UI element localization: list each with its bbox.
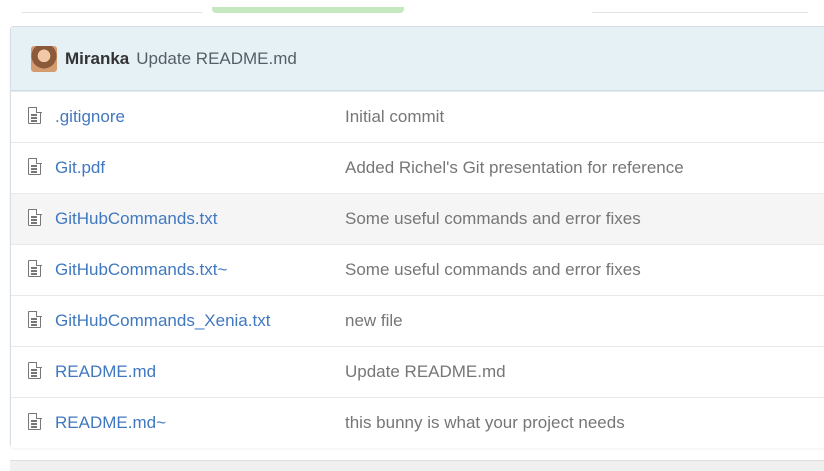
clone-button-edge[interactable]	[212, 7, 404, 13]
readme-box-edge	[10, 460, 824, 471]
latest-commit-header: Miranka Update README.md	[11, 27, 824, 91]
file-name-link[interactable]: Git.pdf	[55, 158, 105, 178]
file-icon	[28, 412, 42, 430]
file-commit-message[interactable]: Some useful commands and error fixes	[345, 209, 641, 229]
file-name-link[interactable]: GitHubCommands.txt	[55, 209, 218, 229]
file-commit-message[interactable]: Initial commit	[345, 107, 444, 127]
file-commit-message[interactable]: new file	[345, 311, 403, 331]
file-icon	[28, 259, 42, 277]
table-row[interactable]: GitHubCommands.txt~ Some useful commands…	[11, 244, 824, 295]
table-row[interactable]: GitHubCommands.txt Some useful commands …	[11, 193, 824, 244]
file-commit-message[interactable]: Update README.md	[345, 362, 506, 382]
toolbar-left-segment	[22, 7, 202, 13]
commit-message[interactable]: Update README.md	[136, 49, 297, 69]
file-icon	[28, 157, 42, 175]
file-name-link[interactable]: GitHubCommands_Xenia.txt	[55, 311, 270, 331]
avatar[interactable]	[31, 45, 57, 72]
toolbar-right-segment	[592, 7, 808, 13]
file-commit-message[interactable]: this bunny is what your project needs	[345, 413, 625, 433]
table-row[interactable]: .gitignore Initial commit	[11, 91, 824, 142]
repository-page: Miranka Update README.md .gitignore Init…	[0, 0, 824, 471]
file-commit-message[interactable]: Added Richel's Git presentation for refe…	[345, 158, 684, 178]
file-icon	[28, 208, 42, 226]
commit-author[interactable]: Miranka	[65, 49, 129, 69]
file-table: Miranka Update README.md .gitignore Init…	[10, 26, 824, 448]
file-name-link[interactable]: README.md~	[55, 413, 166, 433]
table-row[interactable]: README.md~ this bunny is what your proje…	[11, 397, 824, 448]
file-commit-message[interactable]: Some useful commands and error fixes	[345, 260, 641, 280]
file-name-link[interactable]: .gitignore	[55, 107, 125, 127]
file-icon	[28, 361, 42, 379]
table-row[interactable]: GitHubCommands_Xenia.txt new file	[11, 295, 824, 346]
table-row[interactable]: README.md Update README.md	[11, 346, 824, 397]
file-name-link[interactable]: GitHubCommands.txt~	[55, 260, 227, 280]
file-icon	[28, 106, 42, 124]
table-row[interactable]: Git.pdf Added Richel's Git presentation …	[11, 142, 824, 193]
top-toolbar-strip	[0, 0, 824, 14]
file-name-link[interactable]: README.md	[55, 362, 156, 382]
file-icon	[28, 310, 42, 328]
